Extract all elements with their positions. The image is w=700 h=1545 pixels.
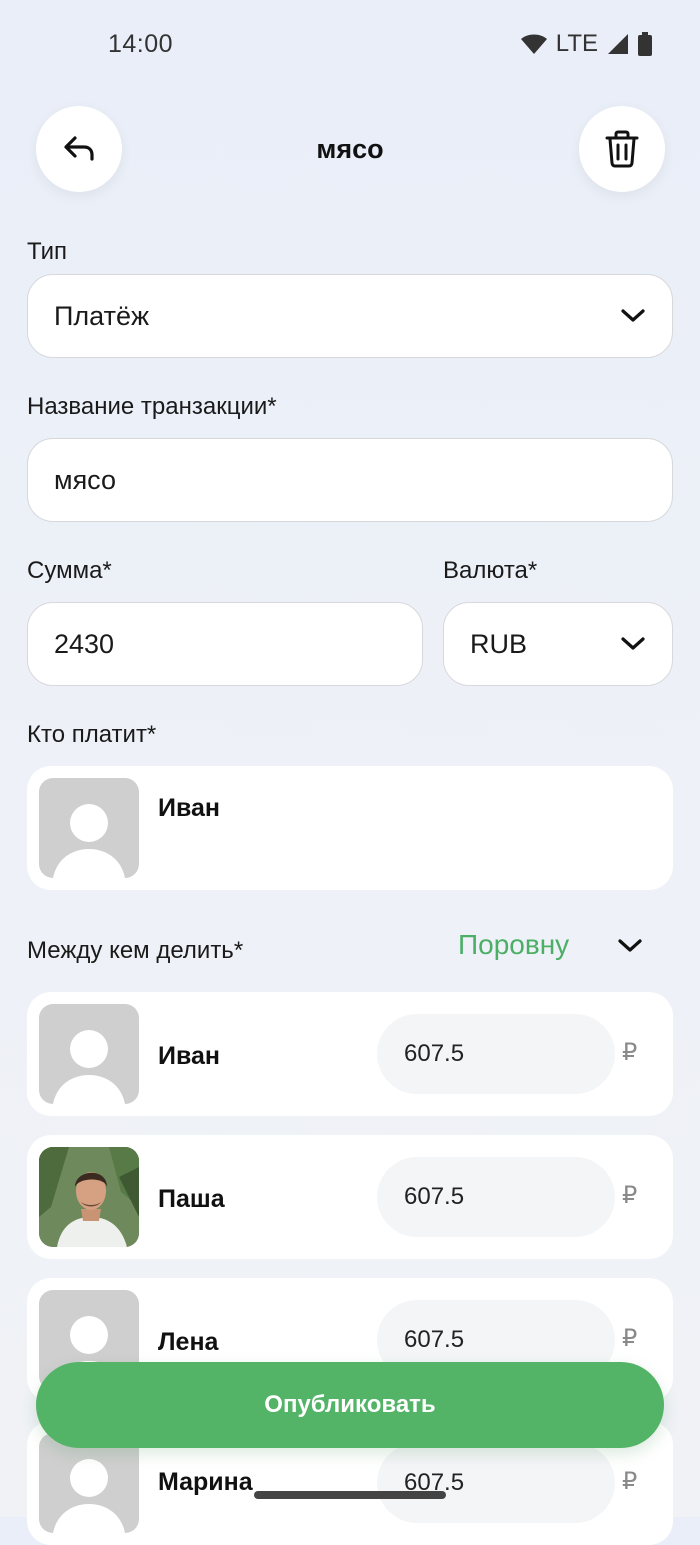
chevron-down-icon[interactable] — [617, 938, 643, 954]
avatar-placeholder — [39, 778, 139, 878]
status-time: 14:00 — [108, 30, 174, 58]
chevron-down-icon — [621, 637, 645, 650]
participant-name: Лена — [158, 1328, 219, 1356]
signal-icon — [608, 34, 628, 54]
trash-icon — [605, 130, 639, 168]
participant-amount: 607.5 — [404, 1040, 465, 1067]
battery-icon — [638, 32, 652, 56]
transaction-name-value: мясо — [54, 464, 117, 495]
wifi-icon — [520, 34, 547, 54]
ruble-icon: ₽ — [622, 1039, 638, 1066]
participant-amount: 607.5 — [404, 1183, 465, 1210]
participant-amount: 607.5 — [404, 1326, 465, 1353]
type-label: Тип — [27, 238, 68, 265]
avatar-placeholder — [39, 1004, 139, 1104]
type-value: Платёж — [54, 300, 150, 331]
currency-label: Валюта* — [443, 557, 538, 584]
delete-button[interactable] — [579, 106, 665, 192]
currency-select[interactable]: RUB — [443, 602, 673, 686]
status-bar: 14:00 LTE — [0, 0, 700, 90]
payer-name: Иван — [158, 794, 221, 822]
status-icons: LTE — [520, 30, 652, 58]
participant-name: Иван — [158, 1042, 221, 1070]
chevron-down-icon — [621, 309, 645, 322]
amount-input[interactable]: 2430 — [27, 602, 423, 686]
amount-label: Сумма* — [27, 557, 112, 584]
amount-value: 2430 — [54, 628, 115, 659]
split-label: Между кем делить* — [27, 937, 244, 964]
publish-button[interactable]: Опубликовать — [36, 1362, 664, 1448]
participant-name: Паша — [158, 1185, 225, 1213]
participant-card[interactable]: Паша 607.5 ₽ — [27, 1135, 673, 1259]
participant-amount-input[interactable]: 607.5 — [377, 1014, 615, 1094]
home-indicator[interactable] — [254, 1491, 446, 1499]
payer-label: Кто платит* — [27, 721, 157, 748]
transaction-name-input[interactable]: мясо — [27, 438, 673, 522]
ruble-icon: ₽ — [622, 1325, 638, 1352]
participant-amount-input[interactable]: 607.5 — [377, 1443, 615, 1523]
network-type: LTE — [555, 30, 598, 57]
split-row: Между кем делить* Поровну — [0, 925, 700, 985]
participant-name: Марина — [158, 1468, 253, 1496]
ruble-icon: ₽ — [622, 1468, 638, 1495]
avatar-placeholder — [39, 1433, 139, 1533]
currency-value: RUB — [470, 628, 528, 659]
header: мясо — [0, 106, 700, 192]
type-select[interactable]: Платёж — [27, 274, 673, 358]
participant-amount-input[interactable]: 607.5 — [377, 1157, 615, 1237]
ruble-icon: ₽ — [622, 1182, 638, 1209]
split-mode-value[interactable]: Поровну — [458, 929, 569, 961]
transaction-name-label: Название транзакции* — [27, 393, 277, 420]
avatar-photo — [39, 1147, 139, 1247]
payer-card[interactable]: Иван — [27, 766, 673, 890]
participant-card[interactable]: Иван 607.5 ₽ — [27, 992, 673, 1116]
